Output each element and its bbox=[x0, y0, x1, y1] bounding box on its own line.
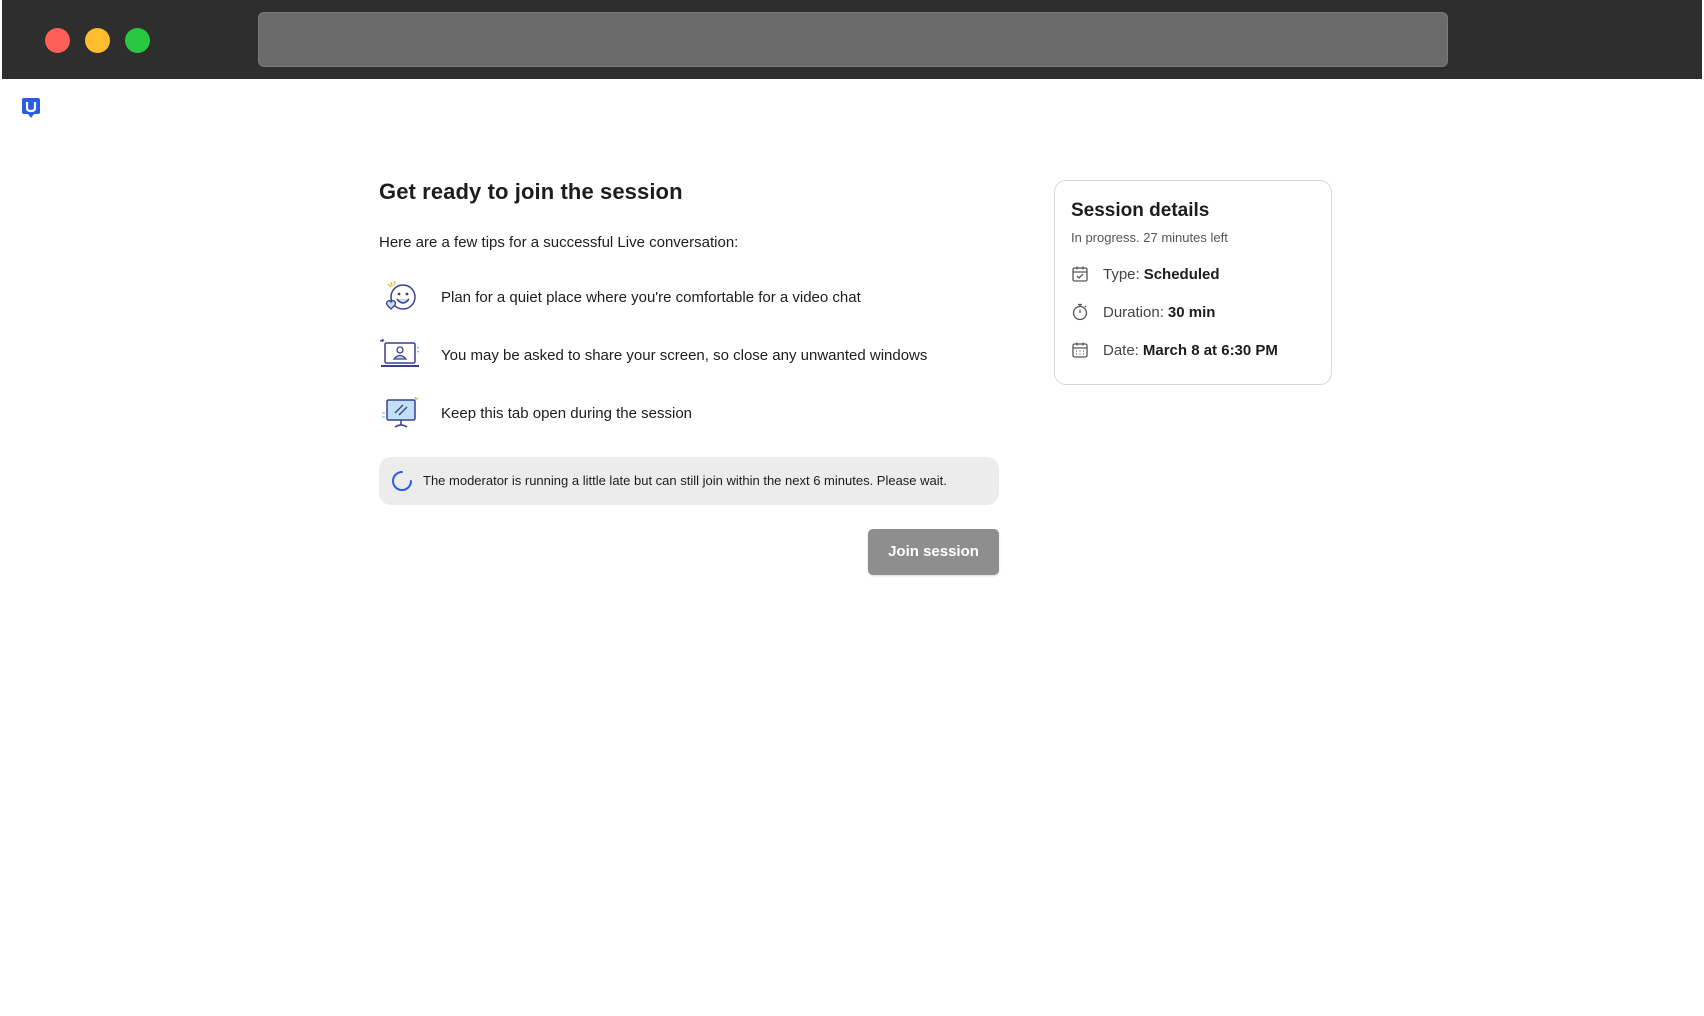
type-label: Type: bbox=[1103, 265, 1140, 283]
app-logo-icon[interactable] bbox=[21, 97, 41, 121]
join-session-panel: Get ready to join the session Here are a… bbox=[379, 179, 999, 575]
loading-spinner-icon bbox=[392, 470, 412, 491]
status-notice: The moderator is running a little late b… bbox=[379, 456, 999, 505]
detail-date: Date: March 8 at 6:30 PM bbox=[1071, 341, 1315, 359]
tips-intro: Here are a few tips for a successful Liv… bbox=[379, 234, 739, 252]
maximize-window-button[interactable] bbox=[125, 28, 150, 53]
minimize-window-button[interactable] bbox=[85, 28, 110, 53]
tip-item: Keep this tab open during the session bbox=[379, 393, 999, 435]
tip-item: You may be asked to share your screen, s… bbox=[379, 335, 999, 377]
duration-label: Duration: bbox=[1103, 303, 1164, 321]
join-session-button[interactable]: Join session bbox=[868, 528, 999, 575]
detail-duration: Duration: 30 min bbox=[1071, 303, 1315, 321]
date-label: Date: bbox=[1103, 341, 1139, 359]
calendar-icon bbox=[1072, 342, 1088, 358]
stopwatch-icon bbox=[1072, 303, 1088, 321]
tips-list: Plan for a quiet place where you're comf… bbox=[379, 277, 999, 435]
tip-text: Plan for a quiet place where you're comf… bbox=[441, 289, 861, 307]
notice-text: The moderator is running a little late b… bbox=[423, 473, 947, 489]
close-window-button[interactable] bbox=[45, 28, 70, 53]
page-content: Get ready to join the session Here are a… bbox=[0, 79, 1704, 1016]
tip-item: Plan for a quiet place where you're comf… bbox=[379, 277, 999, 319]
tip-text: Keep this tab open during the session bbox=[441, 405, 693, 423]
laptop-user-icon bbox=[379, 338, 420, 367]
session-details-card: Session details In progress. 27 minutes … bbox=[1054, 180, 1332, 385]
calendar-check-icon bbox=[1072, 266, 1088, 282]
monitor-icon bbox=[382, 396, 419, 428]
browser-chrome bbox=[2, 0, 1702, 79]
date-value: March 8 at 6:30 PM bbox=[1142, 341, 1278, 359]
page-title: Get ready to join the session bbox=[379, 179, 683, 204]
happy-face-icon bbox=[385, 280, 416, 310]
duration-value: 30 min bbox=[1167, 303, 1216, 321]
type-value: Scheduled bbox=[1143, 265, 1220, 283]
detail-type: Type: Scheduled bbox=[1071, 265, 1315, 283]
address-bar[interactable] bbox=[258, 12, 1448, 67]
actions-row: Join session bbox=[379, 528, 999, 575]
session-details-title: Session details bbox=[1071, 200, 1210, 221]
tip-text: You may be asked to share your screen, s… bbox=[441, 347, 928, 365]
session-status: In progress. 27 minutes left bbox=[1071, 230, 1228, 245]
